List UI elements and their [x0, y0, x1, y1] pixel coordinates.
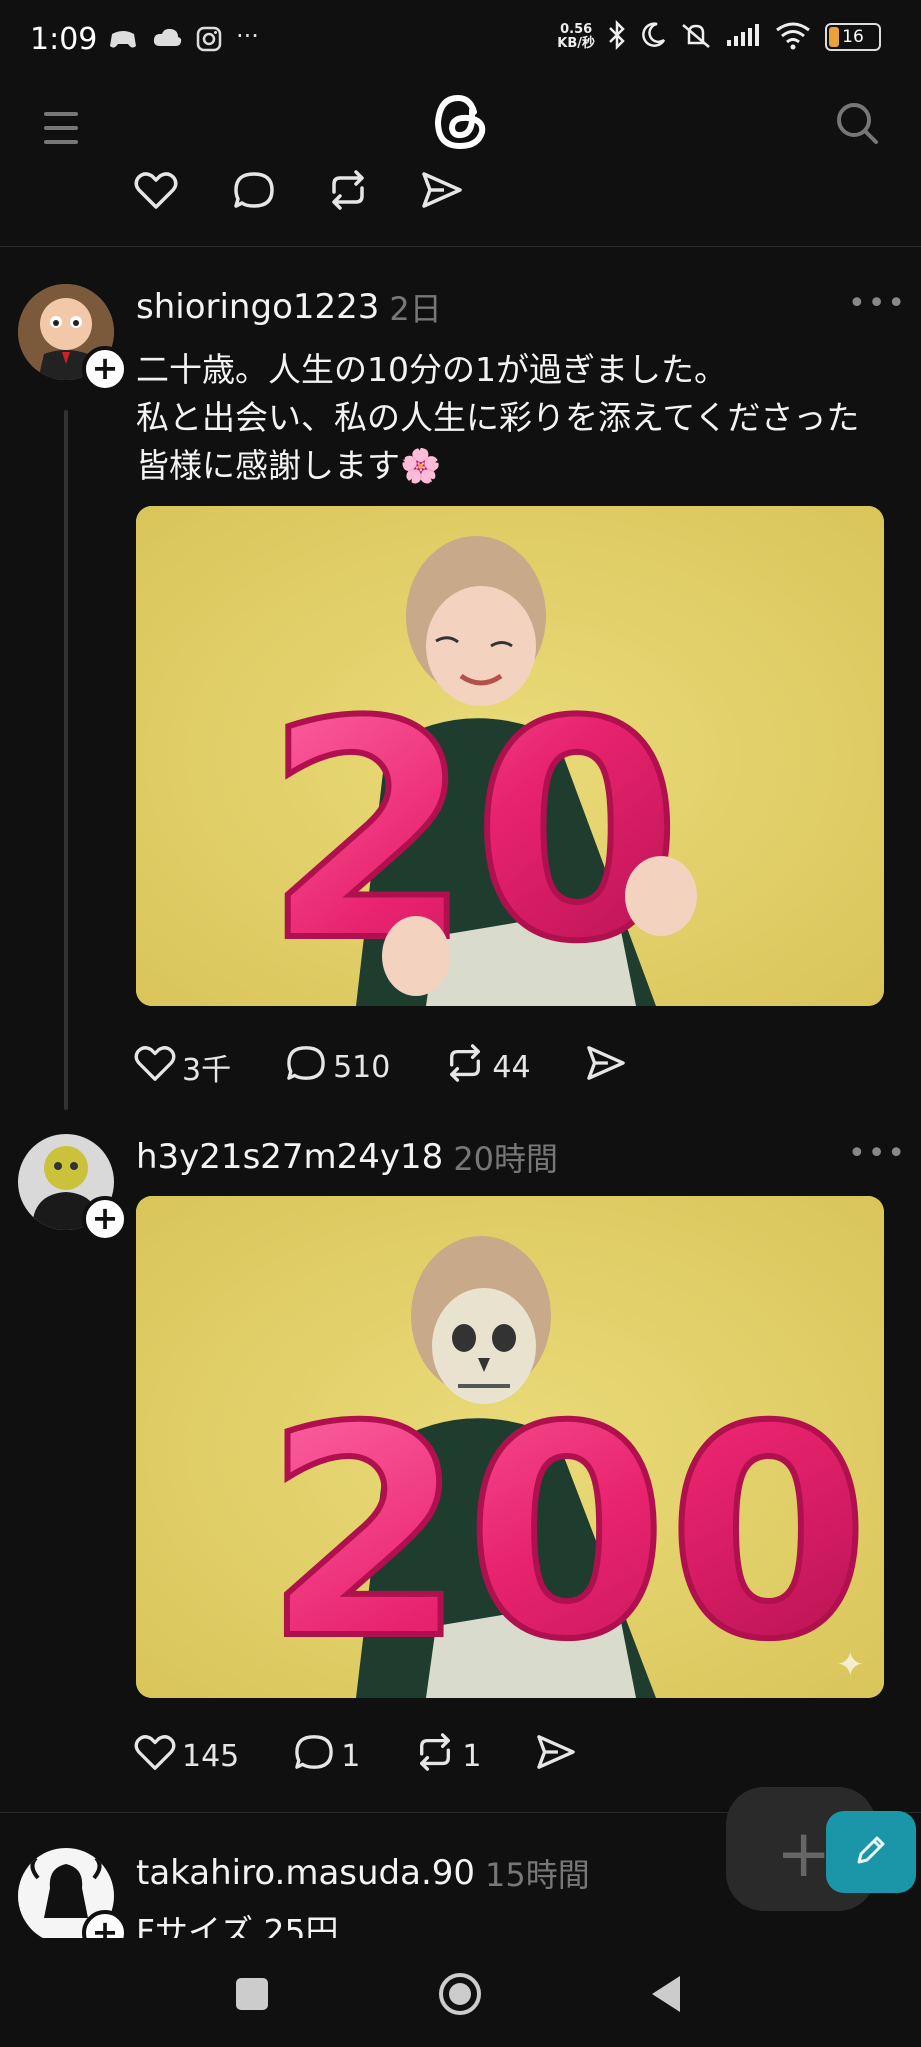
repost-count: 1 — [462, 1738, 482, 1774]
status-time: 1:09 — [30, 22, 98, 57]
post-text-line: 二十歳。人生の10分の1が過ぎました。 — [136, 350, 727, 389]
post2-actions: 145 1 1 — [134, 1733, 577, 1779]
cloud-icon — [152, 26, 182, 58]
post-text-line: 私と出会い、私の人生に彩りを添えてくださった — [136, 398, 860, 437]
reply-count: 510 — [333, 1049, 391, 1085]
pencil-icon — [851, 1830, 891, 1874]
reply-count: 1 — [341, 1738, 361, 1774]
reply-icon[interactable] — [232, 170, 276, 214]
system-nav-bar — [0, 1938, 921, 2047]
reply-button[interactable]: 510 — [285, 1044, 390, 1090]
like-count: 3千 — [182, 1053, 232, 1088]
more-options-icon[interactable]: ••• — [848, 1136, 907, 1171]
like-icon[interactable] — [134, 1733, 176, 1779]
post-image[interactable]: 200 ✦ — [136, 1196, 884, 1698]
home-button[interactable] — [438, 1972, 482, 2016]
share-button[interactable] — [535, 1733, 577, 1779]
net-speed-unit: KB/秒 — [557, 36, 595, 51]
signal-icon — [725, 22, 761, 52]
post2-header: h3y21s27m24y18 20時間 — [136, 1134, 886, 1180]
threads-logo-icon[interactable] — [430, 90, 490, 154]
previous-post-actions — [134, 170, 464, 214]
post-username[interactable]: shioringo1223 — [136, 287, 379, 327]
instagram-icon — [196, 26, 222, 58]
post1-actions: 3千 510 44 — [134, 1044, 627, 1090]
post-username[interactable]: takahiro.masuda.90 — [136, 1853, 475, 1893]
post-text: 二十歳。人生の10分の1が過ぎました。 私と出会い、私の人生に彩りを添えてくださ… — [136, 346, 896, 490]
post-username[interactable]: h3y21s27m24y18 — [136, 1137, 443, 1177]
plus-icon[interactable]: + — [776, 1815, 831, 1892]
reply-button[interactable]: 1 — [293, 1733, 360, 1779]
repost-icon[interactable] — [414, 1733, 456, 1779]
like-icon[interactable] — [134, 1044, 176, 1090]
share-icon[interactable] — [535, 1733, 577, 1779]
follow-plus-button[interactable]: + — [82, 1196, 128, 1242]
battery-level: 16 — [842, 27, 864, 47]
post-time: 20時間 — [453, 1140, 559, 1178]
follow-plus-button[interactable]: + — [82, 346, 128, 392]
net-speed: 0.56 KB/秒 — [557, 23, 595, 51]
balloon-number: 20 — [264, 658, 681, 1006]
bluetooth-icon — [607, 19, 627, 54]
back-button[interactable] — [648, 1974, 684, 2014]
repost-icon[interactable] — [326, 170, 370, 214]
net-speed-value: 0.56 — [560, 22, 593, 37]
reply-icon[interactable] — [285, 1044, 327, 1090]
battery-indicator: 16 — [825, 23, 881, 51]
post-text: Fサイズ 25円 — [136, 1912, 339, 1938]
post3-text-clip: Fサイズ 25円 — [136, 1908, 636, 1938]
post1-header: shioringo1223 2日 — [136, 284, 886, 330]
status-notification-icons: ··· — [108, 22, 259, 58]
share-button[interactable] — [585, 1044, 627, 1090]
like-button[interactable]: 145 — [134, 1733, 239, 1779]
post-image[interactable]: 20 — [136, 506, 884, 1006]
repost-icon[interactable] — [444, 1044, 486, 1090]
more-notifications-icon: ··· — [236, 22, 259, 50]
divider — [0, 246, 921, 247]
search-icon[interactable] — [834, 100, 880, 150]
compose-button[interactable] — [826, 1811, 916, 1893]
like-count: 145 — [182, 1738, 240, 1774]
repost-button[interactable]: 1 — [414, 1733, 481, 1779]
repost-count: 44 — [492, 1049, 531, 1085]
thread-line — [64, 410, 68, 1110]
post-time: 2日 — [389, 290, 442, 328]
post-text-line: 皆様に感謝します🌸 — [136, 446, 442, 485]
repost-button[interactable]: 44 — [444, 1044, 531, 1090]
sparkle-icon: ✦ — [836, 1645, 865, 1685]
reply-icon[interactable] — [293, 1733, 335, 1779]
post3-header: takahiro.masuda.90 15時間 — [136, 1850, 736, 1896]
wifi-icon — [773, 20, 813, 54]
status-bar: 1:09 ··· 0.56 KB/秒 16 — [0, 0, 921, 80]
battery-fill — [829, 27, 839, 47]
share-icon[interactable] — [585, 1044, 627, 1090]
like-button[interactable]: 3千 — [134, 1044, 231, 1090]
share-icon[interactable] — [420, 170, 464, 214]
recent-apps-button[interactable] — [236, 1978, 268, 2010]
moon-icon — [639, 21, 667, 53]
menu-icon[interactable] — [44, 112, 78, 154]
game-controller-icon — [108, 26, 138, 58]
post-time: 15時間 — [485, 1856, 590, 1894]
more-options-icon[interactable]: ••• — [848, 286, 907, 321]
balloon-number: 200 — [264, 1366, 869, 1698]
like-icon[interactable] — [134, 170, 178, 214]
status-right-icons: 0.56 KB/秒 16 — [557, 19, 881, 54]
mute-vibrate-icon — [679, 21, 713, 53]
